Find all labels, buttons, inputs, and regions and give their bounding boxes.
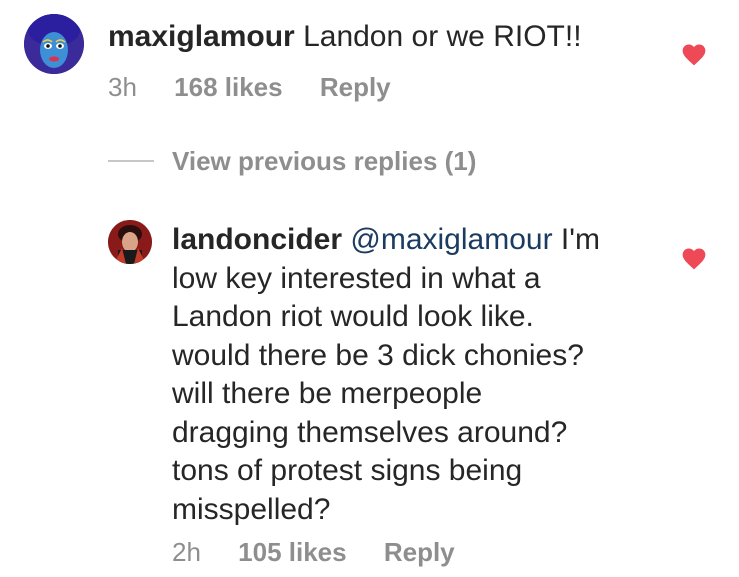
divider-line xyxy=(108,160,154,162)
view-previous-replies-label[interactable]: View previous replies (1) xyxy=(172,146,476,177)
reply-line-1: landoncider @maxiglamour I'm xyxy=(172,221,692,260)
reply-button[interactable]: Reply xyxy=(384,537,455,568)
reply-body-line: Landon riot would look like. xyxy=(172,300,534,333)
mention-link[interactable]: @maxiglamour xyxy=(350,223,552,256)
timestamp: 2h xyxy=(172,537,201,567)
drag-king-avatar-icon xyxy=(108,220,152,264)
avatar[interactable] xyxy=(24,14,84,74)
username[interactable]: landoncider xyxy=(172,223,342,256)
reply-meta: 2h 105 likes Reply xyxy=(172,537,455,568)
reply-body-line: would there be 3 dick chonies? xyxy=(172,338,584,372)
reply-text: landoncider @maxiglamour I'm low key int… xyxy=(172,221,692,529)
avatar[interactable] xyxy=(108,220,152,264)
heart-icon[interactable] xyxy=(681,246,707,270)
reply-body-line: misspelled? xyxy=(172,492,331,526)
drag-queen-avatar-icon xyxy=(24,14,84,74)
timestamp: 3h xyxy=(108,72,137,102)
heart-icon[interactable] xyxy=(681,42,707,66)
reply-body-line: I'm xyxy=(552,223,600,256)
username[interactable]: maxiglamour xyxy=(108,20,295,53)
reply-button[interactable]: Reply xyxy=(320,72,391,103)
reply-body-line: dragging themselves around? xyxy=(172,415,568,449)
likes-count[interactable]: 105 likes xyxy=(238,537,346,568)
reply-body-line: will there be merpeople xyxy=(172,377,483,410)
likes-count[interactable]: 168 likes xyxy=(174,72,282,103)
reply-body-line: low key interested in what a xyxy=(172,261,541,295)
view-previous-replies[interactable]: View previous replies (1) xyxy=(108,143,476,179)
comment-meta: 3h 168 likes Reply xyxy=(108,72,391,103)
reply-body-line: tons of protest signs being xyxy=(172,454,523,487)
comment-text: maxiglamour Landon or we RIOT!! xyxy=(108,18,582,57)
comment-body: Landon or we RIOT!! xyxy=(294,20,582,53)
